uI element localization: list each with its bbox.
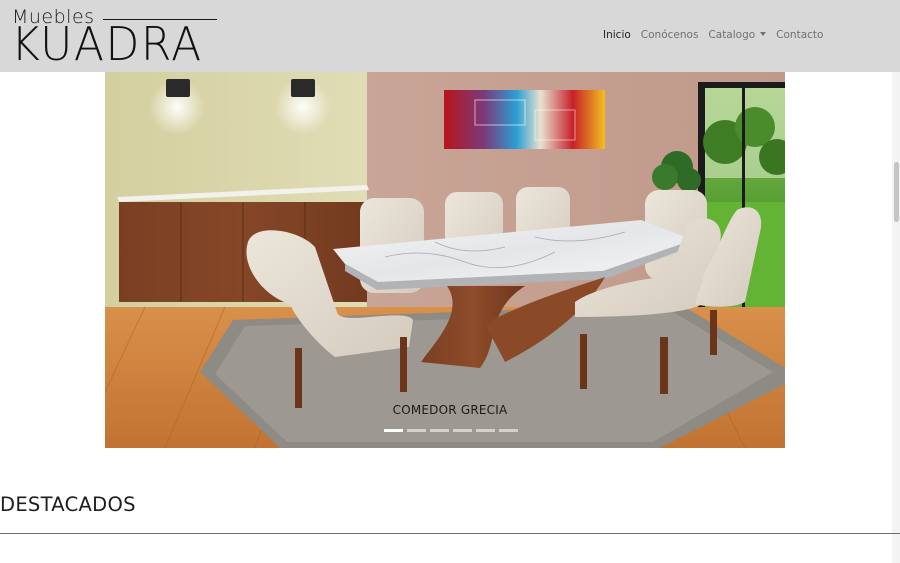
section-title-destacados: DESTACADOS [0,493,136,516]
carousel-indicator-5[interactable] [476,429,495,432]
nav-item-catalogo[interactable]: Catalogo [703,29,771,41]
slide-image-dining-room [105,72,785,448]
page-scrollbar[interactable] [892,72,900,563]
main-nav: Inicio Conócenos Catalogo Contacto [598,29,828,41]
slide-caption: COMEDOR GRECIA [392,403,508,417]
scrollbar-thumb[interactable] [894,162,899,222]
brand-main-text: KUADRA [11,17,203,72]
carousel-indicator-1[interactable] [384,429,403,432]
brand-logo[interactable]: Muebles KUADRA [11,6,221,71]
nav-item-catalogo-label: Catalogo [708,29,756,41]
hero-carousel[interactable]: COMEDOR GRECIA [105,72,785,448]
navbar: Muebles KUADRA Inicio Conócenos Catalogo… [0,0,900,72]
nav-item-contacto[interactable]: Contacto [771,29,828,41]
carousel-indicator-3[interactable] [430,429,449,432]
carousel-indicators [384,429,518,432]
carousel-indicator-2[interactable] [407,429,426,432]
carousel-indicator-6[interactable] [499,429,518,432]
carousel-indicator-4[interactable] [453,429,472,432]
nav-item-inicio[interactable]: Inicio [598,29,636,41]
caret-down-icon [760,32,767,36]
nav-item-conocenos[interactable]: Conócenos [636,29,704,41]
section-divider [0,533,900,534]
